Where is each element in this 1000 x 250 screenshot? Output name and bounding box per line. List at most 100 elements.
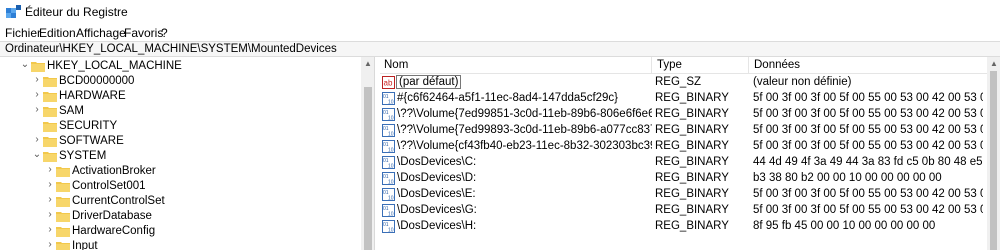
values-list-pane[interactable]: Nom Type Données ab (par défaut) REG_SZ …: [380, 57, 1000, 250]
svg-text:10: 10: [388, 116, 394, 122]
svg-text:10: 10: [388, 180, 394, 186]
value-type: REG_BINARY: [655, 92, 729, 104]
tree-item-bcd[interactable]: › BCD00000000: [0, 74, 360, 89]
menu-help[interactable]: ?: [161, 26, 168, 40]
binary-value-icon: 0110: [382, 220, 395, 233]
value-name: (par défaut): [395, 75, 462, 89]
value-row[interactable]: 01 10 \DosDevices\C: REG_BINARY 44 4d 49 …: [380, 155, 987, 171]
value-row[interactable]: 01 10 \DosDevices\H: REG_BINARY 8f 95 fb …: [380, 219, 987, 235]
folder-icon: [31, 62, 45, 72]
value-data: 44 4d 49 4f 3a 49 44 3a 83 fd c5 0b 80 4…: [753, 156, 983, 168]
folder-icon: [43, 152, 57, 162]
value-name: \DosDevices\H:: [397, 220, 477, 232]
chevron-right-icon[interactable]: ›: [45, 164, 55, 179]
value-data: 5f 00 3f 00 3f 00 5f 00 55 00 53 00 42 0…: [753, 140, 983, 152]
chevron-right-icon[interactable]: ›: [45, 224, 55, 239]
svg-text:10: 10: [388, 212, 394, 218]
tree-item-hklm[interactable]: ⌄ HKEY_LOCAL_MACHINE: [0, 59, 360, 74]
svg-text:10: 10: [388, 100, 394, 106]
folder-icon: [56, 182, 70, 192]
value-type: REG_BINARY: [655, 188, 729, 200]
chevron-right-icon[interactable]: ›: [32, 134, 42, 149]
value-row[interactable]: 01 10 \??\Volume{7ed99851-3c0d-11eb-89b6-…: [380, 107, 987, 123]
binary-value-icon: 0110: [382, 188, 395, 201]
binary-value-icon: 0110: [382, 204, 395, 217]
chevron-down-icon[interactable]: ⌄: [32, 149, 42, 164]
column-divider[interactable]: [748, 57, 749, 74]
chevron-right-icon[interactable]: ›: [45, 179, 55, 194]
address-bar[interactable]: Ordinateur\HKEY_LOCAL_MACHINE\SYSTEM\Mou…: [0, 41, 1000, 57]
tree-item-software[interactable]: › SOFTWARE: [0, 134, 360, 149]
value-data: (valeur non définie): [753, 76, 852, 88]
tree-scrollbar[interactable]: ▲: [361, 57, 374, 250]
value-data: b3 38 80 b2 00 00 10 00 00 00 00 00: [753, 172, 942, 184]
tree-item-label: SECURITY: [59, 120, 118, 132]
value-row[interactable]: 01 10 \DosDevices\G: REG_BINARY 5f 00 3f …: [380, 203, 987, 219]
tree-item-system[interactable]: ⌄ SYSTEM: [0, 149, 360, 164]
menu-edition[interactable]: Edition: [39, 26, 76, 40]
value-row[interactable]: 01 10 \DosDevices\D: REG_BINARY b3 38 80 …: [380, 171, 987, 187]
chevron-right-icon[interactable]: ›: [45, 209, 55, 224]
key-tree-pane[interactable]: ⌄ HKEY_LOCAL_MACHINE › BCD00000000 › HAR…: [0, 57, 375, 250]
column-divider[interactable]: [651, 57, 652, 74]
registry-editor-icon: [6, 5, 21, 18]
title-bar: Éditeur du Registre: [0, 0, 1000, 24]
tree-item-controlset001[interactable]: › ControlSet001: [0, 179, 360, 194]
binary-value-icon: 0110: [382, 156, 395, 169]
value-row[interactable]: 01 10 #{c6f62464-a5f1-11ec-8ad4-147dda5cf…: [380, 91, 987, 107]
tree-item-label: HardwareConfig: [72, 225, 156, 237]
address-path[interactable]: Ordinateur\HKEY_LOCAL_MACHINE\SYSTEM\Mou…: [5, 43, 337, 55]
value-data: 5f 00 3f 00 3f 00 5f 00 55 00 53 00 42 0…: [753, 92, 983, 104]
tree-item-activationbroker[interactable]: › ActivationBroker: [0, 164, 360, 179]
value-data: 5f 00 3f 00 3f 00 5f 00 55 00 53 00 42 0…: [753, 108, 983, 120]
folder-icon: [56, 242, 70, 250]
folder-icon: [43, 137, 57, 147]
chevron-right-icon[interactable]: ›: [45, 239, 55, 250]
list-scrollbar[interactable]: ▲: [987, 57, 1000, 250]
value-type: REG_SZ: [655, 76, 702, 88]
chevron-right-icon[interactable]: ›: [32, 89, 42, 104]
column-header-data[interactable]: Données: [754, 59, 800, 71]
scroll-up-icon[interactable]: ▲: [364, 59, 372, 68]
folder-icon: [56, 212, 70, 222]
value-row[interactable]: 01 10 \??\Volume{cf43fb40-eb23-11ec-8b32-…: [380, 139, 987, 155]
column-header-name[interactable]: Nom: [384, 59, 408, 71]
svg-text:10: 10: [388, 132, 394, 138]
tree-item-sam[interactable]: › SAM: [0, 104, 360, 119]
tree-item-hardwareconfig[interactable]: › HardwareConfig: [0, 224, 360, 239]
list-scrollbar-thumb[interactable]: [990, 71, 997, 250]
menu-fichier[interactable]: Fichier: [5, 26, 41, 40]
tree-item-label: HARDWARE: [59, 90, 126, 102]
svg-text:ab: ab: [384, 79, 393, 88]
tree-item-label: ActivationBroker: [72, 165, 156, 177]
folder-icon: [43, 92, 57, 102]
window-title: Éditeur du Registre: [25, 5, 128, 19]
value-type: REG_BINARY: [655, 156, 729, 168]
tree-item-hardware[interactable]: › HARDWARE: [0, 89, 360, 104]
tree-item-label: DriverDatabase: [72, 210, 152, 222]
chevron-right-icon[interactable]: ›: [32, 104, 42, 119]
tree-item-currentcontrolset[interactable]: › CurrentControlSet: [0, 194, 360, 209]
tree-item-driverdatabase[interactable]: › DriverDatabase: [0, 209, 360, 224]
folder-icon: [43, 122, 57, 132]
column-header-type[interactable]: Type: [657, 59, 682, 71]
tree-item-input[interactable]: › Input: [0, 239, 360, 250]
tree-scrollbar-thumb[interactable]: [364, 87, 372, 250]
menu-affichage[interactable]: Affichage: [76, 26, 126, 40]
value-row[interactable]: ab (par défaut) REG_SZ (valeur non défin…: [380, 75, 987, 91]
value-name: \DosDevices\D:: [397, 172, 477, 184]
scroll-up-icon[interactable]: ▲: [990, 59, 998, 68]
value-row[interactable]: 01 10 \DosDevices\E: REG_BINARY 5f 00 3f …: [380, 187, 987, 203]
svg-text:10: 10: [388, 164, 394, 170]
binary-value-icon: 0110: [382, 140, 395, 153]
tree-item-label: ControlSet001: [72, 180, 146, 192]
menu-favoris[interactable]: Favoris: [124, 26, 163, 40]
tree-item-security[interactable]: SECURITY: [0, 119, 360, 134]
value-data: 5f 00 3f 00 3f 00 5f 00 55 00 53 00 42 0…: [753, 124, 983, 136]
value-data: 5f 00 3f 00 3f 00 5f 00 55 00 53 00 42 0…: [753, 188, 983, 200]
value-type: REG_BINARY: [655, 204, 729, 216]
chevron-right-icon[interactable]: ›: [45, 194, 55, 209]
chevron-down-icon[interactable]: ⌄: [20, 59, 30, 74]
value-row[interactable]: 01 10 \??\Volume{7ed99893-3c0d-11eb-89b6-…: [380, 123, 987, 139]
chevron-right-icon[interactable]: ›: [32, 74, 42, 89]
